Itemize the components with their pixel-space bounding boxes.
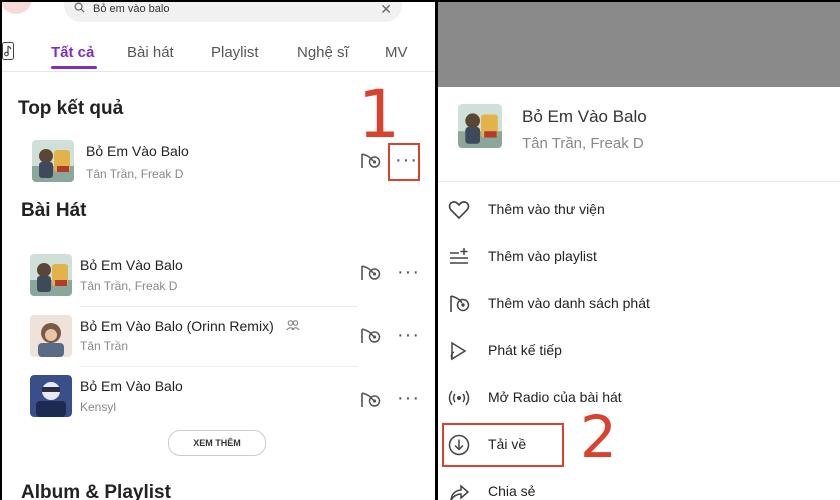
avatar[interactable]	[2, 2, 32, 14]
annotation-step-1: 1	[358, 76, 400, 153]
see-more-button[interactable]: XEM THÊM	[168, 430, 266, 456]
song-artist: Kensyl	[80, 400, 117, 414]
more-options-button[interactable]: ···	[397, 388, 420, 408]
menu-label: Thêm vào thư viện	[488, 201, 605, 217]
song-title: Bỏ Em Vào Balo	[80, 257, 183, 273]
album-thumbnail	[458, 104, 502, 148]
album-thumbnail	[32, 140, 74, 182]
menu-item-add-to-playlist[interactable]: Thêm vào playlist	[438, 236, 840, 276]
options-bottom-sheet: Bỏ Em Vào Balo Tân Trần, Freak D Thêm và…	[438, 87, 840, 500]
more-options-button[interactable]: ···	[397, 262, 420, 282]
top-results-title: Top kết quả	[18, 98, 124, 119]
add-to-queue-icon[interactable]	[360, 264, 382, 282]
menu-item-share[interactable]: Chia sẻ	[438, 471, 840, 500]
search-input[interactable]: Bỏ em vào balo	[93, 3, 169, 15]
album-thumbnail	[30, 254, 72, 296]
songs-section-title: Bài Hát	[21, 200, 87, 221]
tab-bar: Tất cả Bài hát Playlist Nghệ sĩ MV	[2, 44, 435, 64]
divider	[2, 71, 435, 72]
search-bar[interactable]: Bỏ em vào balo ✕	[64, 2, 402, 22]
collaborators-icon	[286, 320, 300, 331]
add-to-queue-icon[interactable]	[360, 327, 382, 345]
search-results-screen: Bỏ em vào balo ✕ Tất cả Bài hát Playlist…	[2, 2, 435, 500]
menu-label: Thêm vào danh sách phát	[488, 295, 650, 311]
tab-playlist[interactable]: Playlist	[211, 44, 259, 61]
divider	[438, 181, 840, 182]
search-icon	[74, 2, 85, 13]
play-next-icon	[450, 341, 467, 361]
heart-icon	[448, 201, 470, 220]
queue-icon	[450, 295, 470, 312]
menu-item-add-to-queue[interactable]: Thêm vào danh sách phát	[438, 283, 840, 323]
album-thumbnail	[30, 315, 72, 357]
divider	[80, 306, 358, 307]
clear-icon[interactable]: ✕	[380, 2, 392, 18]
song-title: Bỏ Em Vào Balo	[86, 143, 189, 159]
menu-label: Phát kế tiếp	[488, 342, 562, 358]
share-icon	[450, 484, 470, 500]
divider	[80, 366, 358, 367]
tab-active-indicator	[51, 66, 97, 69]
album-thumbnail	[30, 375, 72, 417]
sheet-song-artist: Tân Trần, Freak D	[522, 135, 644, 152]
dimmed-overlay[interactable]	[438, 2, 840, 87]
menu-item-add-to-library[interactable]: Thêm vào thư viện	[438, 189, 840, 229]
menu-item-play-next[interactable]: Phát kế tiếp	[438, 330, 840, 370]
annotation-box-2	[442, 423, 564, 467]
song-title: Bỏ Em Vào Balo (Orinn Remix)	[80, 318, 274, 334]
song-artist: Tân Trần	[80, 339, 129, 353]
song-options-screen: Bỏ Em Vào Balo Tân Trần, Freak D Thêm và…	[438, 2, 840, 500]
more-options-button[interactable]: ···	[397, 325, 420, 345]
sheet-song-title: Bỏ Em Vào Balo	[522, 107, 647, 126]
album-playlist-section-title: Album & Playlist	[21, 482, 171, 500]
annotation-step-2: 2	[580, 403, 617, 471]
song-artist: Tân Trần, Freak D	[80, 279, 178, 293]
tab-artists[interactable]: Nghệ sĩ	[297, 44, 349, 61]
tab-all[interactable]: Tất cả	[51, 44, 94, 61]
add-to-queue-icon[interactable]	[360, 152, 382, 170]
tab-songs[interactable]: Bài hát	[127, 44, 174, 61]
song-title: Bỏ Em Vào Balo	[80, 378, 183, 394]
radio-icon	[448, 390, 470, 406]
add-playlist-icon	[450, 248, 468, 264]
menu-label: Thêm vào playlist	[488, 248, 597, 264]
add-to-queue-icon[interactable]	[360, 391, 382, 409]
menu-label: Chia sẻ	[488, 483, 536, 499]
menu-item-open-radio[interactable]: Mở Radio của bài hát	[438, 377, 840, 417]
tab-mv[interactable]: MV	[385, 44, 408, 61]
song-artist: Tân Trần, Freak D	[86, 167, 184, 181]
